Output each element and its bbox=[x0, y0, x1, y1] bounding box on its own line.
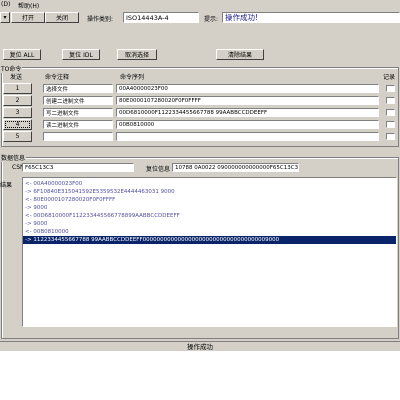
log-line: <- 80E0000107280020F0F0FFFF bbox=[25, 197, 116, 203]
status-bar: 操作成功 bbox=[0, 341, 400, 351]
menu-bar: (D) 帮助(H) bbox=[0, 0, 400, 11]
hint-field: 操作成功! bbox=[222, 12, 400, 23]
send-button-4[interactable]: 4 bbox=[3, 119, 32, 130]
open-button[interactable]: 打开 bbox=[11, 12, 45, 23]
col-sequence-header: 命令序列 bbox=[120, 74, 145, 81]
command-comment-4[interactable]: 读二进制文件 bbox=[43, 120, 113, 129]
command-sequence-3[interactable]: 00D6810000F1122334455667788 99AABBCCDDEE… bbox=[116, 108, 379, 117]
results-log[interactable]: <- 00A40000023F00 -> 6F10840E315041592E5… bbox=[22, 177, 397, 327]
menu-item-help[interactable]: 帮助(H) bbox=[18, 1, 39, 10]
log-line: -> 6F10840E315041592E5359532E4444463031 … bbox=[25, 189, 175, 195]
send-button-2[interactable]: 2 bbox=[3, 95, 32, 106]
command-sequence-1[interactable]: 00A40000023F00 bbox=[116, 84, 379, 93]
record-checkbox-5[interactable] bbox=[386, 133, 395, 140]
bottom-panel bbox=[0, 351, 400, 400]
command-sequence-2[interactable]: 80E0000107280020F0F0FFFF bbox=[116, 96, 379, 105]
command-comment-2[interactable]: 创建二进制文件 bbox=[43, 96, 113, 105]
record-checkbox-1[interactable] bbox=[386, 85, 395, 92]
send-button-5[interactable]: 5 bbox=[3, 131, 32, 142]
record-checkbox-3[interactable] bbox=[386, 109, 395, 116]
hint-label: 提示: bbox=[204, 16, 219, 23]
log-line: -> 9000 bbox=[25, 221, 48, 227]
command-sequence-4[interactable]: 00B0810000 bbox=[116, 120, 379, 129]
menu-item-d[interactable]: (D) bbox=[1, 1, 10, 8]
toolbar: ▾ 打开 关闭 操作类别: ISO14443A-4 提示: 操作成功! bbox=[0, 11, 400, 25]
record-checkbox-2[interactable] bbox=[386, 97, 395, 104]
log-line: <- 00A40000023F00 bbox=[25, 181, 83, 187]
log-line: <- 00D6810000F112233445566778899AABBCCDD… bbox=[25, 213, 180, 219]
command-sequence-5[interactable] bbox=[116, 132, 379, 141]
record-checkbox-4[interactable] bbox=[386, 121, 395, 128]
reset-idl-button[interactable]: 复位 IDL bbox=[62, 49, 100, 60]
close-button[interactable]: 关闭 bbox=[45, 12, 79, 23]
col-send-header: 发送 bbox=[10, 74, 23, 81]
op-type-label: 操作类别: bbox=[87, 16, 114, 23]
command-comment-1[interactable]: 选择文件 bbox=[43, 84, 113, 93]
command-comment-5[interactable] bbox=[43, 132, 113, 141]
cancel-select-button[interactable]: 取消选择 bbox=[117, 49, 157, 60]
card-info-group-title: 数据信息 bbox=[0, 153, 27, 162]
log-line: -> 9000 bbox=[25, 205, 48, 211]
send-button-1[interactable]: 1 bbox=[3, 83, 32, 94]
clear-results-button[interactable]: 清除结果 bbox=[216, 49, 264, 60]
command-comment-3[interactable]: 写二进制文件 bbox=[43, 108, 113, 117]
results-label: 结果 bbox=[0, 182, 13, 189]
col-comment-header: 命令注释 bbox=[45, 74, 70, 81]
reset-all-button[interactable]: 复位 ALL bbox=[3, 49, 41, 60]
log-line-selected: -> 1122334455667788 99AABBCCDDEEFF000000… bbox=[23, 236, 396, 244]
send-button-3[interactable]: 3 bbox=[3, 107, 32, 118]
log-line: <- 00B0810000 bbox=[25, 229, 69, 235]
reset-info-field: 10788 0A0022 090000000000000F65C13C3 bbox=[172, 163, 299, 172]
op-type-select[interactable]: ISO14443A-4 bbox=[123, 12, 199, 23]
reset-info-label: 复位信息 bbox=[146, 166, 171, 173]
csn-field: F65C13C3 bbox=[22, 163, 134, 172]
col-record-header: 记录 bbox=[383, 74, 396, 81]
dropdown-arrow-icon[interactable]: ▾ bbox=[0, 12, 10, 23]
